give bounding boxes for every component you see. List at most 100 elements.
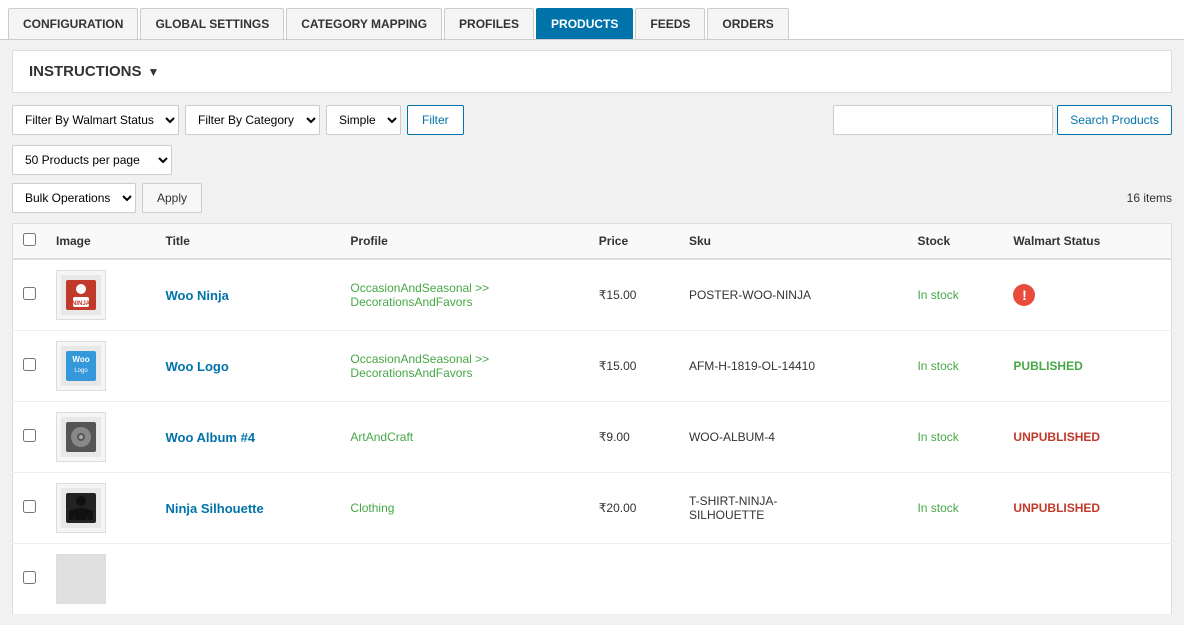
row-stock-cell: In stock: [907, 473, 1003, 544]
th-title: Title: [155, 224, 340, 260]
table-row: Woo Logo Woo Logo OccasionAndSeasonal >>…: [13, 331, 1172, 402]
items-count: 16 items: [1127, 191, 1172, 205]
category-filter[interactable]: Filter By Category: [185, 105, 320, 135]
product-title-link[interactable]: Woo Logo: [165, 359, 228, 374]
row-checkbox[interactable]: [23, 358, 36, 371]
row-profile-cell: ArtAndCraft: [340, 402, 588, 473]
product-title-link[interactable]: Woo Ninja: [165, 288, 228, 303]
row-price-cell: [589, 544, 679, 615]
profile-link[interactable]: OccasionAndSeasonal >>DecorationsAndFavo…: [350, 352, 489, 380]
row-price-cell: ₹15.00: [589, 331, 679, 402]
product-image: Woo Logo: [56, 341, 106, 391]
profile-link[interactable]: OccasionAndSeasonal >>DecorationsAndFavo…: [350, 281, 489, 309]
row-sku-cell: T-SHIRT-NINJA-SILHOUETTE: [679, 473, 907, 544]
row-image-cell: Woo Logo: [46, 331, 155, 402]
row-status-cell: UNPUBLISHED: [1003, 473, 1171, 544]
perpage-select[interactable]: 50 Products per page 10 Products per pag…: [12, 145, 172, 175]
instructions-bar: INSTRUCTIONS ▼: [12, 50, 1172, 93]
row-profile-cell: OccasionAndSeasonal >>DecorationsAndFavo…: [340, 259, 588, 331]
svg-text:Logo: Logo: [74, 368, 88, 374]
th-profile: Profile: [340, 224, 588, 260]
tab-global-settings[interactable]: GLOBAL SETTINGS: [140, 8, 284, 39]
row-status-cell: [1003, 544, 1171, 615]
product-image: [56, 412, 106, 462]
row-status-cell: PUBLISHED: [1003, 331, 1171, 402]
th-checkbox: [13, 224, 47, 260]
row-sku-cell: [679, 544, 907, 615]
table-row: Ninja Silhouette Clothing ₹20.00 T-SHIRT…: [13, 473, 1172, 544]
tab-configuration[interactable]: CONFIGURATION: [8, 8, 138, 39]
row-checkbox[interactable]: [23, 571, 36, 584]
tab-category-mapping[interactable]: CATEGORY MAPPING: [286, 8, 442, 39]
th-stock: Stock: [907, 224, 1003, 260]
row-checkbox[interactable]: [23, 429, 36, 442]
search-box: Search Products: [833, 105, 1172, 135]
row-checkbox-cell: [13, 331, 47, 402]
perpage-row: 50 Products per page 10 Products per pag…: [12, 145, 1172, 175]
row-title-cell: [155, 544, 340, 615]
tab-feeds[interactable]: FEEDS: [635, 8, 705, 39]
product-title-link[interactable]: Ninja Silhouette: [165, 501, 263, 516]
profile-link[interactable]: ArtAndCraft: [350, 430, 413, 444]
product-image: NINJA: [56, 270, 106, 320]
tab-orders[interactable]: ORDERS: [707, 8, 788, 39]
instructions-arrow: ▼: [148, 65, 160, 79]
product-image: [56, 483, 106, 533]
row-status-cell: !: [1003, 259, 1171, 331]
filter-button[interactable]: Filter: [407, 105, 464, 135]
instructions-title: INSTRUCTIONS: [29, 63, 142, 80]
row-checkbox-cell: [13, 473, 47, 544]
row-image-cell: [46, 402, 155, 473]
th-image: Image: [46, 224, 155, 260]
search-products-button[interactable]: Search Products: [1057, 105, 1172, 135]
row-image-cell: [46, 473, 155, 544]
bulk-row: Bulk Operations Apply 16 items: [12, 183, 1172, 213]
row-stock-cell: In stock: [907, 259, 1003, 331]
product-title-link[interactable]: Woo Album #4: [165, 430, 255, 445]
row-status-cell: UNPUBLISHED: [1003, 402, 1171, 473]
status-unpublished: UNPUBLISHED: [1013, 501, 1100, 515]
th-sku: Sku: [679, 224, 907, 260]
status-unpublished: UNPUBLISHED: [1013, 430, 1100, 444]
row-price-cell: ₹9.00: [589, 402, 679, 473]
table-row: [13, 544, 1172, 615]
profile-link[interactable]: Clothing: [350, 501, 394, 515]
row-sku-cell: AFM-H-1819-OL-14410: [679, 331, 907, 402]
bulk-operations-select[interactable]: Bulk Operations: [12, 183, 136, 213]
row-title-cell: Woo Logo: [155, 331, 340, 402]
row-title-cell: Ninja Silhouette: [155, 473, 340, 544]
products-table: Image Title Profile Price Sku Stock Walm…: [12, 223, 1172, 615]
row-image-cell: [46, 544, 155, 615]
row-stock-cell: In stock: [907, 331, 1003, 402]
svg-text:NINJA: NINJA: [72, 301, 91, 307]
th-walmart-status: Walmart Status: [1003, 224, 1171, 260]
row-sku-cell: POSTER-WOO-NINJA: [679, 259, 907, 331]
svg-text:Woo: Woo: [72, 355, 89, 364]
row-checkbox[interactable]: [23, 287, 36, 300]
row-stock-cell: [907, 544, 1003, 615]
tab-products[interactable]: PRODUCTS: [536, 8, 633, 39]
apply-button[interactable]: Apply: [142, 183, 202, 213]
row-title-cell: Woo Album #4: [155, 402, 340, 473]
row-price-cell: ₹15.00: [589, 259, 679, 331]
table-row: Woo Album #4 ArtAndCraft ₹9.00 WOO-ALBUM…: [13, 402, 1172, 473]
th-price: Price: [589, 224, 679, 260]
error-icon: !: [1013, 284, 1035, 306]
type-filter[interactable]: Simple: [326, 105, 401, 135]
search-input[interactable]: [833, 105, 1053, 135]
row-profile-cell: [340, 544, 588, 615]
filter-row: Filter By Walmart Status Filter By Categ…: [12, 105, 1172, 135]
main-content: INSTRUCTIONS ▼ Filter By Walmart Status …: [0, 40, 1184, 625]
table-header-row: Image Title Profile Price Sku Stock Walm…: [13, 224, 1172, 260]
row-checkbox[interactable]: [23, 500, 36, 513]
row-checkbox-cell: [13, 402, 47, 473]
row-checkbox-cell: [13, 544, 47, 615]
select-all-checkbox[interactable]: [23, 233, 36, 246]
row-image-cell: NINJA: [46, 259, 155, 331]
row-price-cell: ₹20.00: [589, 473, 679, 544]
row-profile-cell: OccasionAndSeasonal >>DecorationsAndFavo…: [340, 331, 588, 402]
walmart-status-filter[interactable]: Filter By Walmart Status: [12, 105, 179, 135]
table-row: NINJA Woo Ninja OccasionAndSeasonal >>De…: [13, 259, 1172, 331]
tab-profiles[interactable]: PROFILES: [444, 8, 534, 39]
status-published: PUBLISHED: [1013, 359, 1082, 373]
